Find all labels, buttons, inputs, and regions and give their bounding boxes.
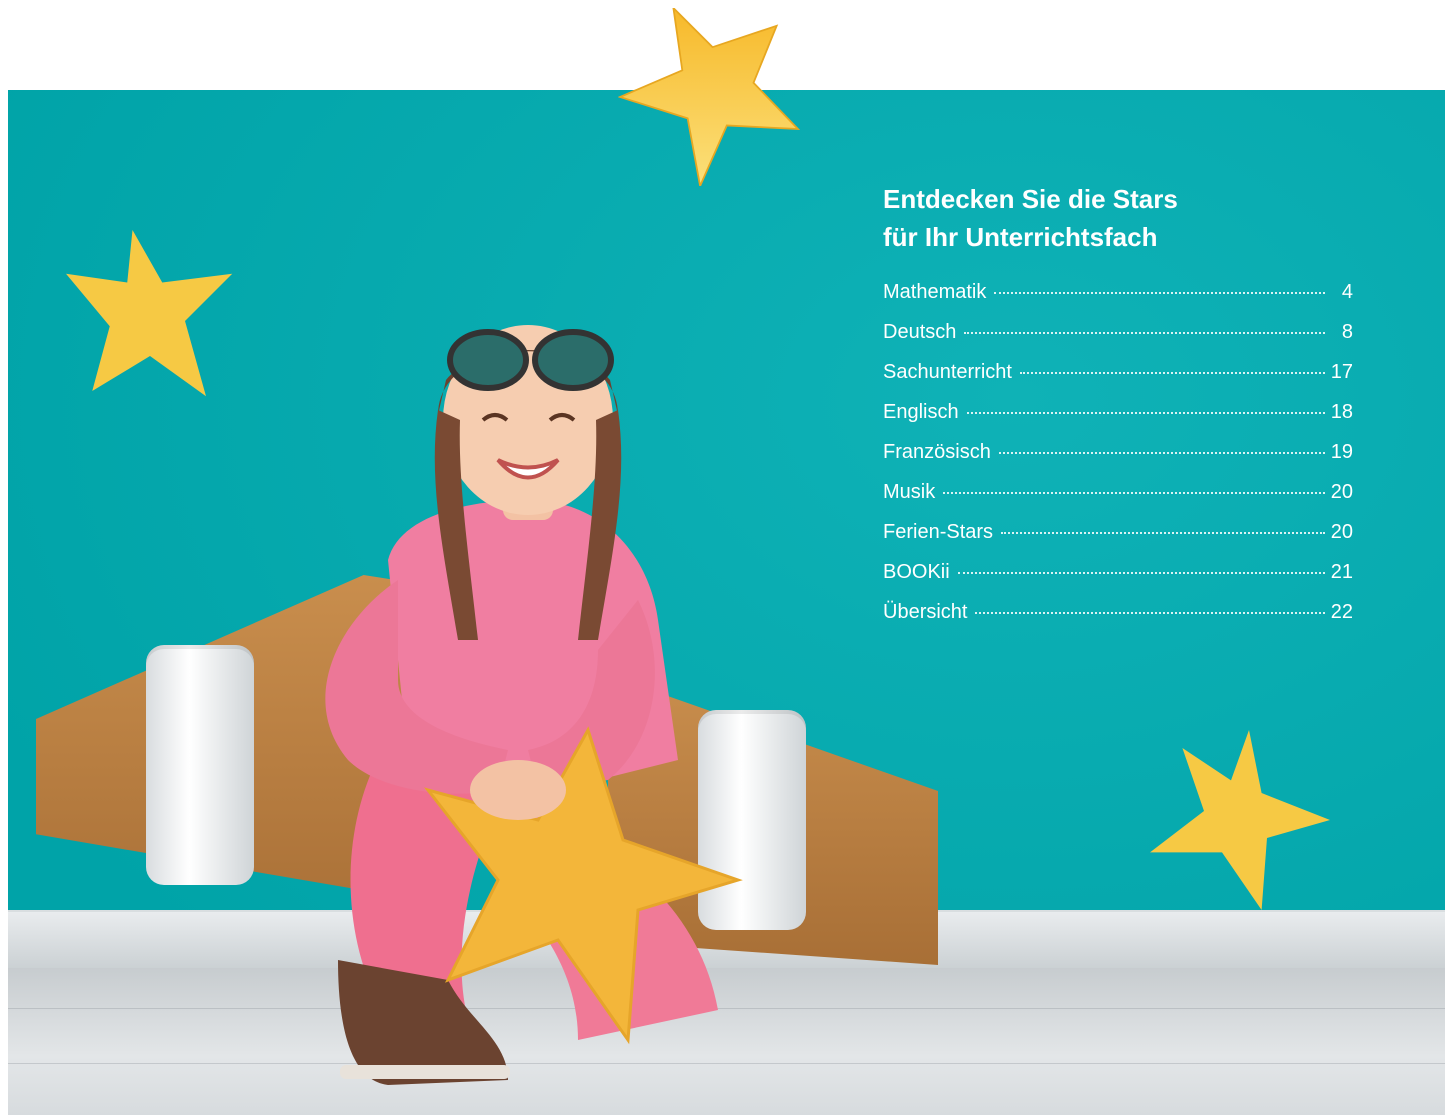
toc-item-label: Musik [883,481,936,503]
page-title: Entdecken Sie die Stars für Ihr Unterric… [883,180,1353,256]
toc-item-label: Englisch [883,401,959,423]
toc-dot-leader [966,412,1325,414]
toc-item-englisch[interactable]: Englisch 18 [883,401,1353,441]
toc-item-label: Französisch [883,441,991,463]
toc-item-franzoesisch[interactable]: Französisch 19 [883,441,1353,481]
toc-dot-leader [998,452,1325,454]
toc-item-page: 8 [1341,321,1353,343]
toc-dot-leader [943,492,1325,494]
page-title-line-2: für Ihr Unterrichtsfach [883,222,1158,252]
toc-item-label: Übersicht [883,601,968,623]
toc-item-label: Ferien-Stars [883,521,994,543]
toc-item-page: 21 [1330,561,1353,583]
star-decoration-left-icon [66,230,233,397]
toc-item-label: Sachunterricht [883,361,1012,383]
toc-dot-leader [975,612,1325,614]
toc-dot-leader [994,292,1325,294]
paper-tube-left [146,645,254,885]
toc-item-label: Mathematik [883,281,987,303]
toc-item-page: 22 [1330,601,1353,623]
toc-dot-leader [1019,372,1325,374]
toc-item-label: BOOKii [883,561,950,583]
toc-list: Mathematik 4 Deutsch 8 Sachunterricht 17… [883,281,1353,641]
toc-item-deutsch[interactable]: Deutsch 8 [883,321,1353,361]
toc-item-sachunterricht[interactable]: Sachunterricht 17 [883,361,1353,401]
toc-item-page: 19 [1330,441,1353,463]
star-decoration-right-icon [1150,730,1330,910]
toc-item-page: 20 [1330,481,1353,503]
toc-item-page: 17 [1330,361,1353,383]
page-title-line-1: Entdecken Sie die Stars [883,184,1178,214]
toc-item-mathematik[interactable]: Mathematik 4 [883,281,1353,321]
girl-illustration [325,325,743,1085]
toc-item-uebersicht[interactable]: Übersicht 22 [883,601,1353,641]
star-decoration-top-icon [618,8,800,186]
toc-dot-leader [1001,532,1325,534]
table-of-contents-panel: Entdecken Sie die Stars für Ihr Unterric… [883,180,1353,641]
toc-item-label: Deutsch [883,321,957,343]
toc-item-ferien-stars[interactable]: Ferien-Stars 20 [883,521,1353,561]
toc-item-page: 4 [1341,281,1353,303]
toc-dot-leader [964,332,1325,334]
toc-item-page: 20 [1330,521,1353,543]
toc-item-bookii[interactable]: BOOKii 21 [883,561,1353,601]
toc-item-page: 18 [1330,401,1353,423]
toc-dot-leader [957,572,1325,574]
toc-item-musik[interactable]: Musik 20 [883,481,1353,521]
cover-photo: Entdecken Sie die Stars für Ihr Unterric… [8,90,1445,1115]
